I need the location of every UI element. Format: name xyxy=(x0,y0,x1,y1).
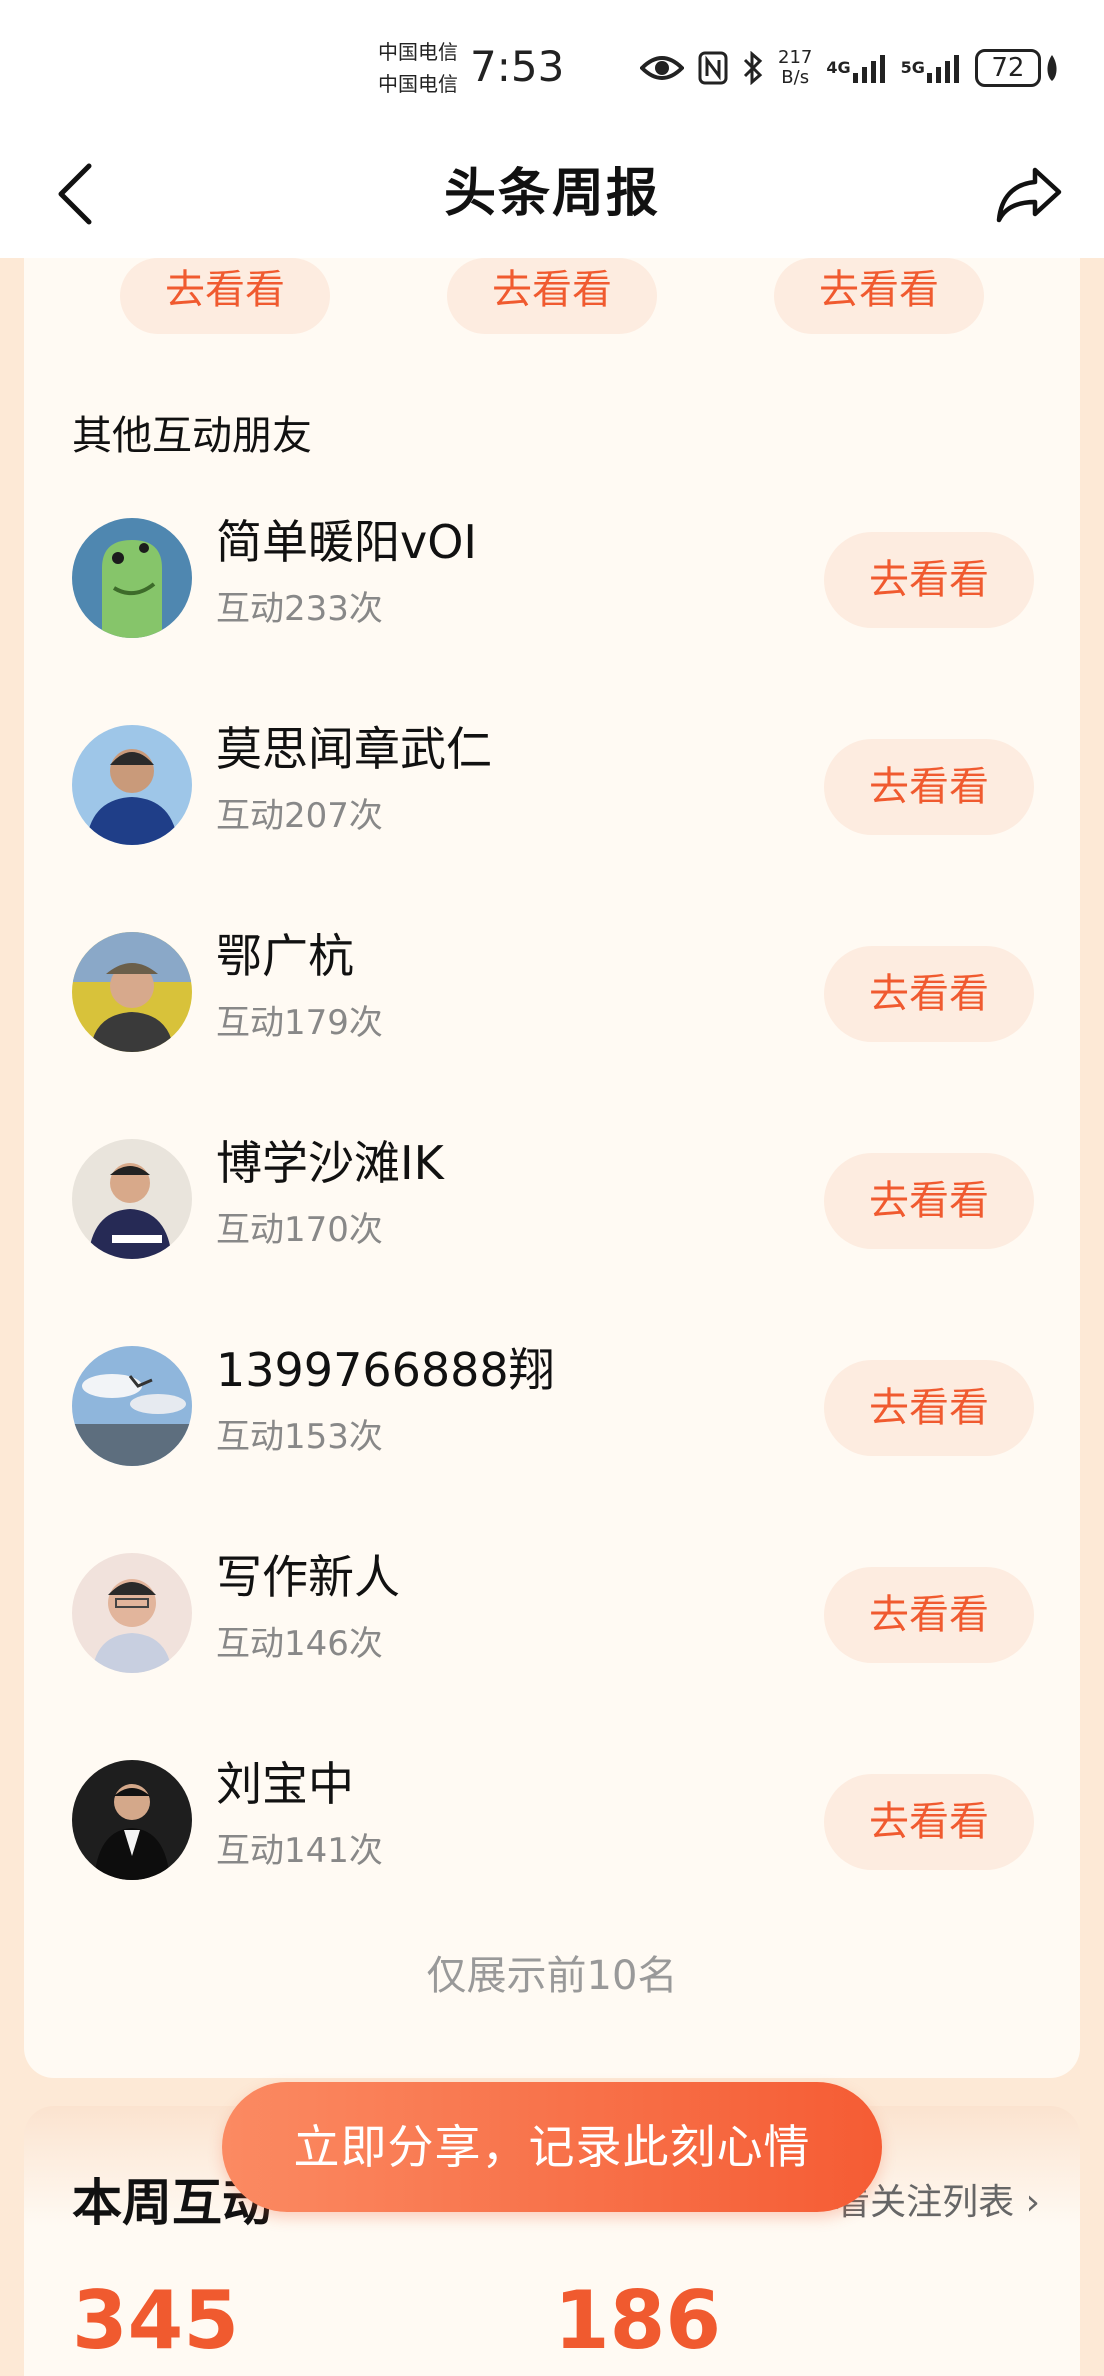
view-button[interactable]: 去看看 xyxy=(824,1567,1034,1663)
net-speed: 217 B/s xyxy=(778,48,812,88)
page-title: 头条周报 xyxy=(443,164,660,224)
view-button[interactable]: 去看看 xyxy=(774,258,984,334)
friends-card: 去看看 去看看 去看看 其他互动朋友 简单暖阳vOI 互动233次 去看看 莫思… xyxy=(24,258,1080,2078)
avatar[interactable] xyxy=(72,1760,192,1880)
stat-value: 345 xyxy=(72,2274,239,2367)
top-10-note: 仅展示前10名 xyxy=(426,1953,678,1999)
eye-icon xyxy=(640,53,684,83)
stat-value: 186 xyxy=(554,2274,721,2367)
view-button[interactable]: 去看看 xyxy=(824,739,1034,835)
view-button[interactable]: 去看看 xyxy=(824,1153,1034,1249)
avatar[interactable] xyxy=(72,1553,192,1673)
bluetooth-icon xyxy=(742,51,764,85)
list-item[interactable]: 博学沙滩IK 互动170次 去看看 xyxy=(24,1136,1080,1346)
battery-icon: 72 xyxy=(974,49,1059,87)
battery-level: 72 xyxy=(974,49,1041,87)
interaction-count: 互动170次 xyxy=(216,1210,383,1250)
section-title: 其他互动朋友 xyxy=(72,413,312,459)
interaction-count: 互动233次 xyxy=(216,589,383,629)
net-speed-unit: B/s xyxy=(781,67,810,88)
view-button[interactable]: 去看看 xyxy=(824,946,1034,1042)
carrier-2: 中国电信 xyxy=(378,72,458,96)
view-button[interactable]: 去看看 xyxy=(824,532,1034,628)
list-item[interactable]: 简单暖阳vOI 互动233次 去看看 xyxy=(24,515,1080,725)
friend-name: 1399766888翔 xyxy=(216,1343,555,1397)
share-now-button[interactable]: 立即分享，记录此刻心情 xyxy=(222,2082,882,2212)
avatar[interactable] xyxy=(72,932,192,1052)
avatar[interactable] xyxy=(72,518,192,638)
friend-name: 鄂广杭 xyxy=(216,929,354,983)
net-speed-value: 217 xyxy=(778,47,813,68)
avatar[interactable] xyxy=(72,1139,192,1259)
avatar[interactable] xyxy=(72,1346,192,1466)
view-button[interactable]: 去看看 xyxy=(824,1774,1034,1870)
chevron-left-icon xyxy=(58,163,92,225)
friend-name: 简单暖阳vOI xyxy=(216,515,477,569)
friend-name: 写作新人 xyxy=(216,1550,400,1604)
clock: 7:53 xyxy=(470,42,565,91)
chevron-right-icon: › xyxy=(1025,2182,1040,2223)
list-item[interactable]: 1399766888翔 互动153次 去看看 xyxy=(24,1343,1080,1553)
interaction-count: 互动179次 xyxy=(216,1003,383,1043)
carrier-1: 中国电信 xyxy=(378,40,458,64)
list-item[interactable]: 写作新人 互动146次 去看看 xyxy=(24,1550,1080,1760)
friend-name: 刘宝中 xyxy=(216,1757,354,1811)
friend-list: 简单暖阳vOI 互动233次 去看看 莫思闻章武仁 互动207次 去看看 鄂广杭… xyxy=(24,515,1080,1967)
nfc-icon xyxy=(698,51,728,85)
list-item[interactable]: 刘宝中 互动141次 去看看 xyxy=(24,1757,1080,1967)
avatar[interactable] xyxy=(72,725,192,845)
view-button[interactable]: 去看看 xyxy=(824,1360,1034,1456)
status-icons: 217 B/s 4G 5G 72 xyxy=(640,40,1059,96)
back-button[interactable] xyxy=(40,154,110,234)
signal-5g-icon: 5G xyxy=(901,53,961,83)
share-button[interactable] xyxy=(984,154,1074,234)
list-item[interactable]: 莫思闻章武仁 互动207次 去看看 xyxy=(24,722,1080,932)
share-icon xyxy=(996,167,1062,223)
interaction-count: 互动141次 xyxy=(216,1831,383,1871)
top-button-row: 去看看 去看看 去看看 xyxy=(24,258,1080,338)
view-button[interactable]: 去看看 xyxy=(447,258,657,334)
signal-5g-label: 5G xyxy=(900,58,925,77)
interaction-count: 互动153次 xyxy=(216,1417,383,1457)
signal-4g-label: 4G xyxy=(826,58,851,77)
interaction-count: 互动207次 xyxy=(216,796,383,836)
signal-4g-icon: 4G xyxy=(826,53,886,83)
status-bar: 中国电信 中国电信 7:53 217 B/s 4G 5G 72 xyxy=(0,0,1104,130)
view-button[interactable]: 去看看 xyxy=(120,258,330,334)
list-item[interactable]: 鄂广杭 互动179次 去看看 xyxy=(24,929,1080,1139)
friend-name: 博学沙滩IK xyxy=(216,1136,444,1190)
carrier-labels: 中国电信 中国电信 xyxy=(378,36,468,100)
app-header: 头条周报 xyxy=(0,130,1104,258)
friend-name: 莫思闻章武仁 xyxy=(216,722,492,776)
interaction-count: 互动146次 xyxy=(216,1624,383,1664)
